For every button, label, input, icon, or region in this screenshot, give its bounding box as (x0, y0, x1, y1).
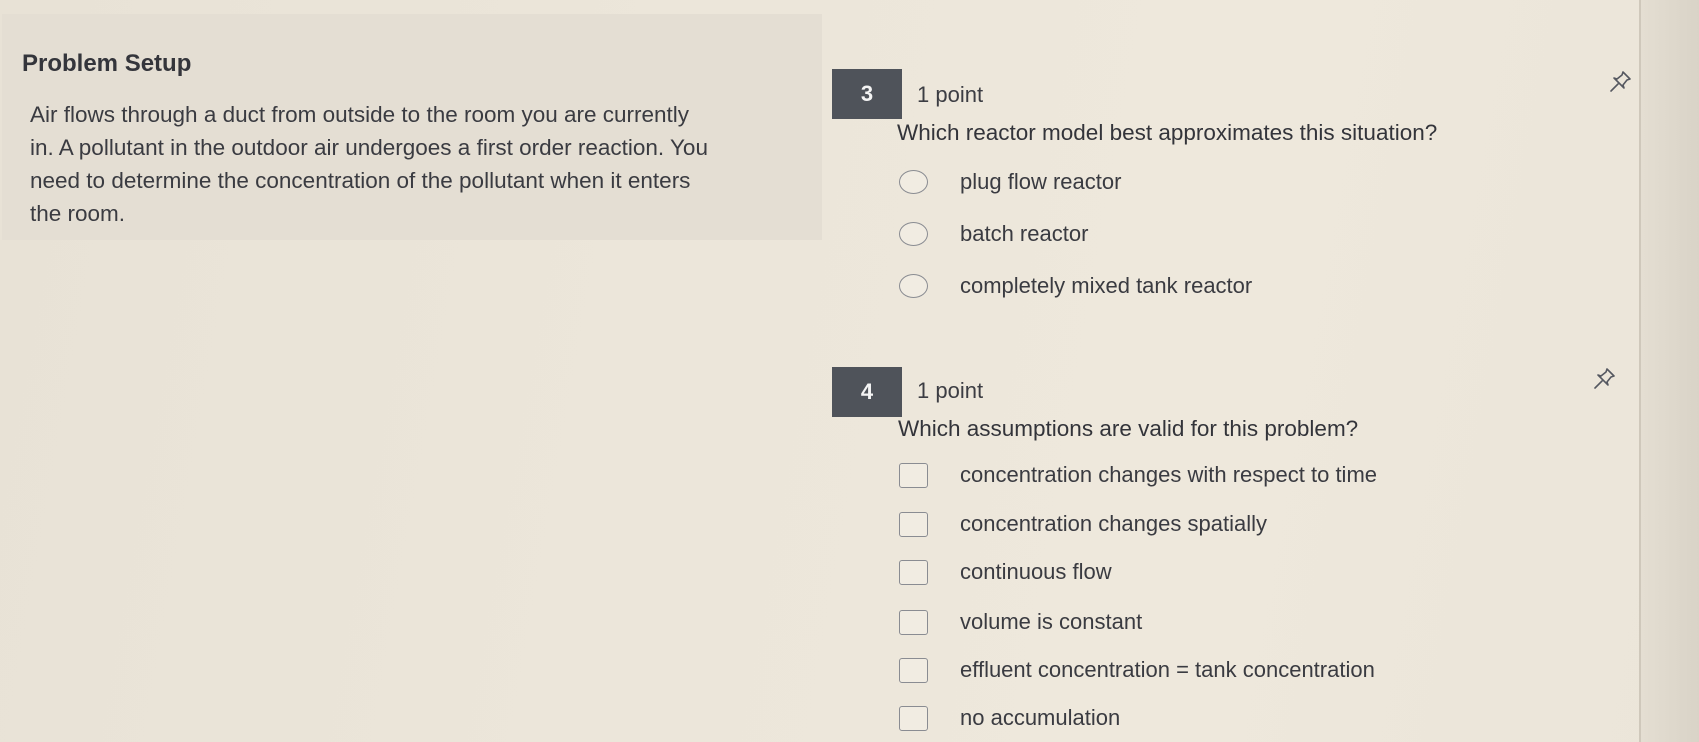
problem-setup-text: Air flows through a duct from outside to… (30, 98, 800, 230)
option-label: plug flow reactor (960, 169, 1122, 194)
question-4-prompt: Which assumptions are valid for this pro… (898, 416, 1359, 441)
option-label: concentration changes with respect to ti… (960, 462, 1378, 487)
question-4-option[interactable]: concentration changes with respect to ti… (899, 459, 1377, 491)
problem-setup-line: the room. (30, 201, 126, 226)
question-4-option[interactable]: volume is constant (899, 606, 1142, 638)
question-3-prompt: Which reactor model best approximates th… (897, 120, 1438, 145)
question-4-option[interactable]: no accumulation (899, 702, 1120, 734)
option-label: batch reactor (960, 221, 1089, 246)
question-4-points: 1 point (917, 378, 984, 403)
question-3-option[interactable]: plug flow reactor (899, 166, 1121, 198)
checkbox[interactable] (899, 657, 928, 683)
checkbox[interactable] (899, 559, 928, 585)
checkbox[interactable] (899, 609, 928, 635)
option-label: no accumulation (960, 705, 1121, 730)
option-label: concentration changes spatially (960, 511, 1267, 536)
option-label: continuous flow (960, 559, 1112, 584)
option-label: completely mixed tank reactor (960, 273, 1253, 298)
pin-icon[interactable] (1592, 365, 1618, 391)
radio-button[interactable] (899, 274, 928, 298)
question-4-option[interactable]: effluent concentration = tank concentrat… (899, 654, 1375, 686)
checkbox[interactable] (899, 511, 928, 537)
question-3-option[interactable]: completely mixed tank reactor (899, 270, 1252, 302)
question-4-number: 4 (832, 367, 902, 417)
radio-button[interactable] (899, 222, 928, 246)
question-3-number: 3 (832, 69, 902, 119)
problem-setup-title: Problem Setup (22, 50, 192, 77)
option-label: volume is constant (960, 609, 1143, 634)
screen-bezel (1639, 0, 1699, 742)
question-4-option[interactable]: concentration changes spatially (899, 508, 1267, 540)
pin-icon[interactable] (1608, 68, 1634, 94)
checkbox[interactable] (899, 462, 928, 488)
problem-setup-line: in. A pollutant in the outdoor air under… (30, 135, 708, 160)
problem-setup-line: Air flows through a duct from outside to… (30, 102, 690, 127)
question-3-option[interactable]: batch reactor (899, 218, 1088, 250)
radio-button[interactable] (899, 170, 928, 194)
problem-setup-line: need to determine the concentration of t… (30, 168, 691, 193)
question-4-option[interactable]: continuous flow (899, 556, 1112, 588)
checkbox[interactable] (899, 705, 928, 731)
question-3-points: 1 point (917, 82, 984, 107)
option-label: effluent concentration = tank concentrat… (960, 657, 1375, 682)
